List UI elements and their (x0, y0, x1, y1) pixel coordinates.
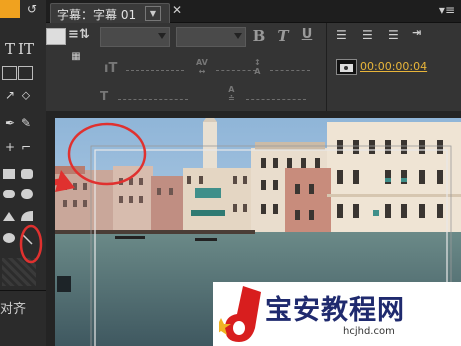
title-tools-panel: ↺ T IT ↗ ⬦ ✒ ✎ + ⌐ 对齐 (0, 0, 46, 346)
add-anchor-icon[interactable]: + (2, 140, 18, 154)
tab-title-label: 字幕：字幕 01 (57, 8, 137, 22)
roll-crawl-options-icon[interactable]: ≡⇅ (68, 27, 90, 42)
watermark-logo (219, 286, 261, 342)
font-size-icon: ıT (104, 61, 118, 76)
watermark-url: hcjhd.com (343, 326, 395, 337)
vertical-path-text-icon[interactable]: ⬦ (18, 88, 34, 102)
italic-button[interactable]: T (276, 27, 290, 45)
baseline-shift-field[interactable] (246, 99, 306, 100)
rectangle-tool-icon[interactable] (2, 168, 18, 182)
panel-menu-icon[interactable]: ▾≡ (439, 3, 455, 17)
font-size-field[interactable] (126, 70, 184, 71)
underline-button[interactable]: U (300, 27, 314, 42)
title-properties-toolbar: ≡⇅ ▦ B T U ☰ ☰ ☰ ⇥ ıT AV ↔ ↕ A 00:00:00:04… (46, 23, 461, 111)
delete-anchor-icon[interactable]: ✎ (18, 116, 34, 130)
vertical-text-tool-icon[interactable]: IT (18, 42, 34, 57)
clipped-corner-rect-icon[interactable] (20, 168, 36, 182)
close-icon[interactable]: ✕ (172, 3, 182, 17)
site-watermark: 宝安教程网 hcjhd.com (213, 282, 461, 346)
font-style-dropdown[interactable] (176, 27, 246, 47)
area-text-tool-icon[interactable] (2, 66, 17, 80)
rounded-corner-rect-icon[interactable] (20, 188, 36, 202)
text-tool-icon[interactable]: T (2, 42, 18, 57)
tracking-icon: T (100, 89, 109, 103)
templates-icon[interactable]: ▦ (66, 51, 86, 65)
font-family-dropdown[interactable] (100, 27, 170, 47)
baseline-shift-icon: A ≐ (228, 85, 235, 103)
leading-icon: ↕ A (254, 58, 261, 76)
title-panel-header: 字幕：字幕 01 ▼ ✕ ▾≡ (46, 0, 461, 23)
tab-stops-icon[interactable]: ⇥ (412, 26, 421, 39)
convert-anchor-icon[interactable]: ⌐ (18, 140, 34, 154)
pen-tool-icon[interactable]: ✒ (2, 116, 18, 130)
panel-divider (0, 290, 46, 291)
toolbar-divider (326, 23, 327, 111)
selection-tool-icon[interactable] (0, 0, 20, 18)
align-center-icon[interactable]: ☰ (362, 28, 373, 42)
watermark-site-name: 宝安教程网 (265, 295, 405, 326)
bold-button[interactable]: B (252, 27, 266, 45)
rounded-rect-tool-icon[interactable] (2, 188, 18, 202)
kerning-field[interactable] (216, 70, 256, 71)
vertical-area-text-icon[interactable] (18, 66, 33, 80)
kerning-icon: AV ↔ (196, 58, 208, 76)
tab-menu-dropdown-icon[interactable]: ▼ (145, 6, 161, 21)
tracking-field[interactable] (118, 99, 188, 100)
path-text-icon[interactable]: ↗ (2, 88, 18, 102)
align-left-icon[interactable]: ☰ (336, 28, 347, 42)
background-timecode[interactable]: 00:00:00:04 (360, 60, 427, 73)
align-section-label: 对齐 (0, 302, 27, 317)
rotation-tool-icon[interactable]: ↺ (24, 2, 40, 16)
show-background-video-icon[interactable] (336, 59, 357, 75)
leading-field[interactable] (270, 70, 310, 71)
tab-title-panel[interactable]: 字幕：字幕 01 ▼ (50, 3, 170, 23)
annotation-circle-small (19, 224, 43, 264)
align-right-icon[interactable]: ☰ (388, 28, 399, 42)
new-title-icon[interactable] (46, 28, 66, 45)
